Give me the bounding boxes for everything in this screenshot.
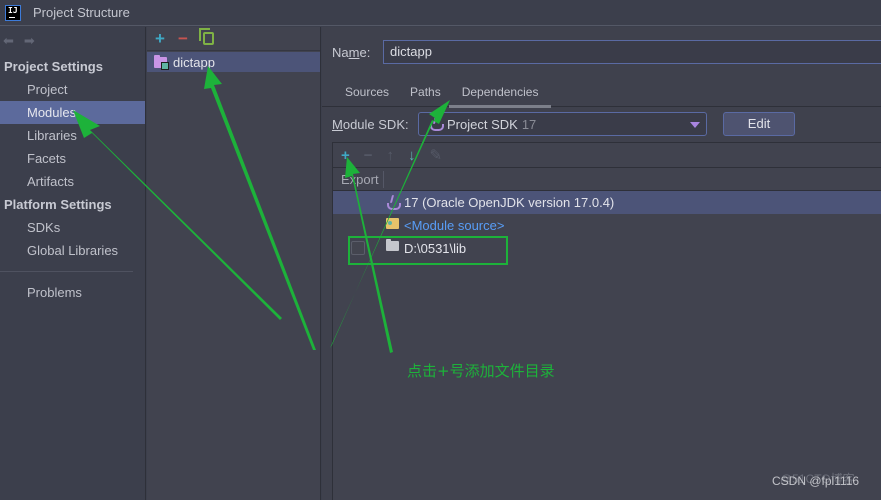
sidebar-item-global-libraries[interactable]: Global Libraries	[0, 239, 145, 262]
tab-dependencies[interactable]: Dependencies	[448, 81, 552, 108]
nav-arrows: ⬅ ➡	[0, 27, 145, 55]
dependency-name: D:\0531\lib	[404, 241, 467, 256]
module-folder-icon	[154, 54, 169, 70]
tab-paths[interactable]: Paths	[410, 81, 441, 106]
name-row: Name: dictapp	[332, 40, 881, 64]
dependencies-table: + − ↑ ↓ ✎ Export 17 (Oracle OpenJDK vers…	[332, 142, 881, 500]
dependency-name: 17 (Oracle OpenJDK version 17.0.4)	[404, 195, 615, 210]
dependency-name: <Module source>	[404, 218, 505, 233]
watermark: CSDN @fpl1116	[772, 474, 860, 488]
move-up-icon[interactable]: ↑	[387, 147, 395, 164]
name-label: Name:	[332, 44, 371, 60]
java-icon	[386, 195, 401, 211]
intellij-logo-icon: IJ	[5, 4, 21, 21]
module-detail-panel: Name: dictapp Sources Paths Dependencies…	[322, 27, 881, 500]
sidebar-item-project[interactable]: Project	[0, 78, 145, 101]
module-sdk-row: Module SDK: Project SDK 17 Edit	[332, 112, 795, 136]
sidebar-item-libraries[interactable]: Libraries	[0, 124, 145, 147]
dependencies-toolbar: + − ↑ ↓ ✎	[333, 143, 881, 168]
remove-module-icon[interactable]: −	[178, 29, 188, 49]
column-header-export[interactable]: Export	[333, 170, 384, 188]
forward-arrow-icon[interactable]: ➡	[24, 33, 35, 49]
section-header-project-settings: Project Settings	[4, 59, 103, 74]
copy-module-icon[interactable]	[198, 28, 214, 45]
sidebar-item-modules[interactable]: Modules	[0, 101, 145, 124]
folder-icon	[386, 239, 399, 251]
dependency-row[interactable]: D:\0531\lib	[333, 237, 881, 260]
dependencies-header: Export	[333, 168, 881, 191]
annotation-text: 点击+号添加文件目录	[407, 362, 555, 380]
sidebar-item-problems[interactable]: Problems	[0, 281, 145, 304]
tab-sources[interactable]: Sources	[345, 81, 389, 106]
settings-sidebar: ⬅ ➡ Project Settings Project Modules Lib…	[0, 27, 146, 500]
sidebar-item-artifacts[interactable]: Artifacts	[0, 170, 145, 193]
modules-toolbar: + −	[147, 27, 320, 51]
module-list-item[interactable]: dictapp	[147, 52, 320, 72]
dependency-row[interactable]: 17 (Oracle OpenJDK version 17.0.4)	[333, 191, 881, 214]
module-sdk-dropdown[interactable]: Project SDK 17	[418, 112, 707, 136]
modules-panel: + − dictapp	[147, 27, 321, 500]
module-name: dictapp	[173, 54, 215, 70]
move-down-icon[interactable]: ↓	[408, 147, 416, 164]
sidebar-item-sdks[interactable]: SDKs	[0, 216, 145, 239]
dependency-row[interactable]: <Module source>	[333, 214, 881, 237]
window-title: Project Structure	[33, 5, 130, 20]
sidebar-divider	[0, 271, 133, 272]
module-name-input[interactable]: dictapp	[383, 40, 881, 64]
module-sdk-label: Module SDK:	[332, 116, 409, 132]
back-arrow-icon[interactable]: ⬅	[3, 33, 14, 49]
title-bar: IJ Project Structure	[0, 0, 881, 26]
add-dependency-icon[interactable]: +	[341, 147, 350, 164]
module-source-icon	[386, 218, 399, 229]
sidebar-item-facets[interactable]: Facets	[0, 147, 145, 170]
add-module-icon[interactable]: +	[155, 29, 165, 49]
java-icon	[429, 116, 444, 132]
section-header-platform-settings: Platform Settings	[4, 197, 112, 212]
detail-tabs: Sources Paths Dependencies	[322, 81, 881, 108]
export-checkbox[interactable]	[351, 241, 365, 255]
edit-dependency-icon[interactable]: ✎	[430, 146, 443, 164]
chevron-down-icon	[690, 122, 700, 128]
sdk-version: 17	[521, 116, 537, 132]
edit-sdk-button[interactable]: Edit	[723, 112, 795, 136]
sdk-selected-value: Project SDK	[447, 116, 518, 132]
remove-dependency-icon[interactable]: −	[364, 147, 373, 164]
